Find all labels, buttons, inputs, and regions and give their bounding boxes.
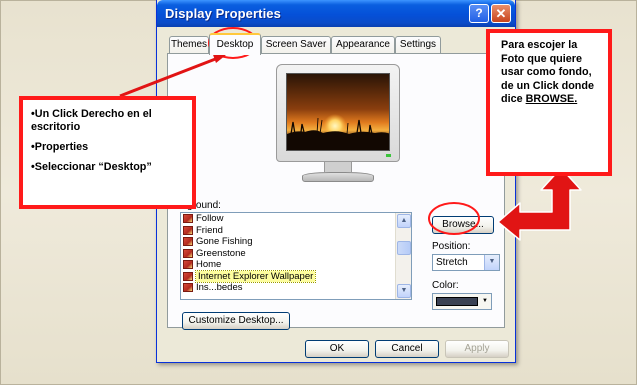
instruction-step-3: •Seleccionar “Desktop”	[31, 161, 152, 173]
instruction-step-1: •Un Click Derecho en el escritorio	[31, 108, 152, 133]
right-instruction-callout: Para escojer la Foto que quiere usar com…	[486, 29, 612, 176]
arrow-to-desktop-tab	[119, 56, 219, 98]
instruction-step-2: •Properties	[31, 141, 89, 153]
arrow-to-browse	[497, 167, 582, 241]
browse-emphasis: BROWSE.	[525, 93, 578, 105]
left-instruction-callout: •Un Click Derecho en el escritorio •Prop…	[19, 96, 196, 209]
tab-desktop[interactable]: Desktop	[209, 33, 261, 55]
